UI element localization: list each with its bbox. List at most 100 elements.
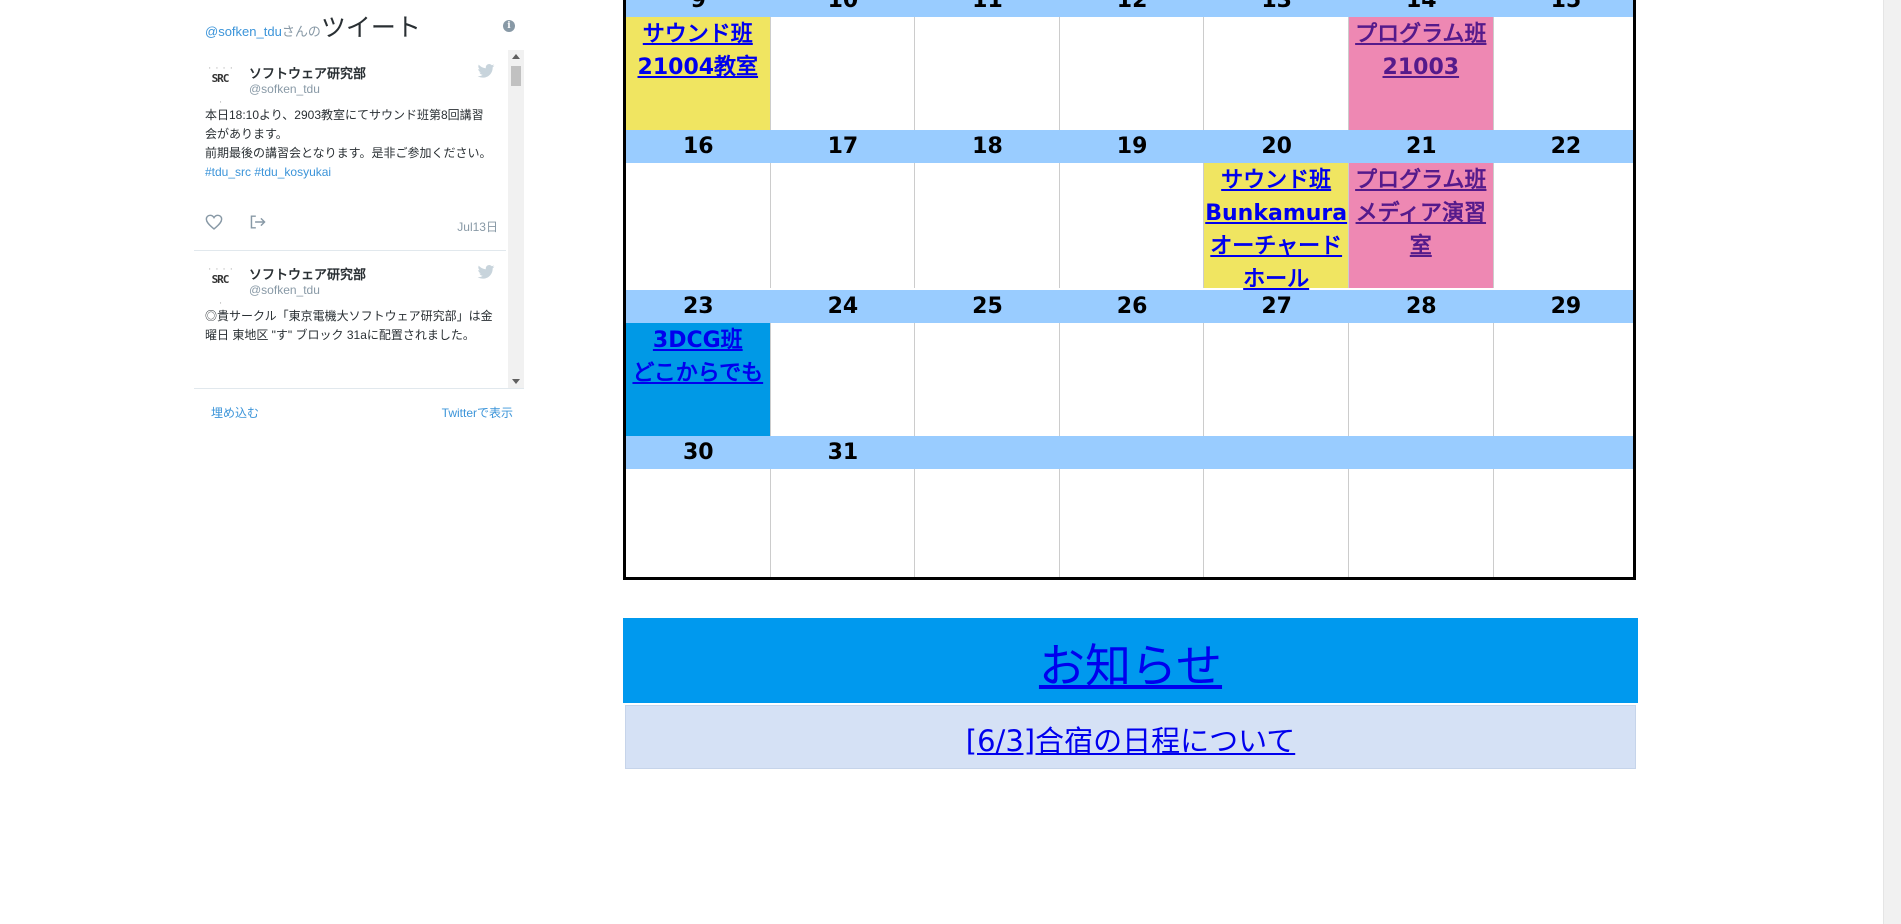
notice-item-link[interactable]: [6/3]合宿の日程について	[966, 718, 1295, 760]
calendar-week-header: 9 10 11 12 13 14 15	[626, 0, 1633, 17]
tweet-author-name[interactable]: ソフトウェア研究部	[249, 264, 366, 283]
calendar-day-number: 12	[1116, 0, 1148, 13]
calendar-day-cell	[770, 163, 916, 288]
scroll-down-arrow-icon[interactable]	[512, 379, 520, 384]
calendar-event-cell: 3DCG班 どこからでも	[626, 323, 771, 436]
calendar-day-number: 15	[1550, 0, 1582, 13]
share-icon[interactable]	[249, 214, 267, 230]
tweet-author-name[interactable]: ソフトウェア研究部	[249, 63, 366, 82]
tweet-date[interactable]: Jul13日	[457, 218, 498, 235]
calendar-day-cell	[1493, 323, 1633, 436]
twitter-header-user[interactable]: @sofken_tdu	[205, 24, 282, 39]
tweet-feed[interactable]: SRC ソフトウェア研究部 @sofken_tdu 本日18:10より、2903…	[194, 50, 524, 389]
calendar-week-header: 16 17 18 19 20 21 22	[626, 130, 1633, 163]
calendar-event-link[interactable]: 室	[1349, 229, 1493, 262]
calendar-day-cell	[1204, 323, 1349, 436]
calendar-day-number: 14	[1405, 0, 1437, 13]
calendar-day-number: 18	[972, 134, 1003, 159]
calendar-day-cell	[1349, 469, 1494, 577]
calendar-event-link[interactable]: Bunkamura	[1204, 196, 1348, 229]
calendar-event-link[interactable]: 21003	[1349, 50, 1493, 83]
avatar[interactable]: SRC	[205, 52, 235, 120]
calendar-day-cell	[1204, 469, 1349, 577]
calendar-day-cell	[1059, 17, 1205, 130]
notice-banner: お知らせ	[623, 618, 1638, 703]
tweet-author-handle[interactable]: @sofken_tdu	[249, 283, 320, 297]
heart-icon[interactable]	[205, 214, 223, 230]
calendar-event-link[interactable]: 3DCG班	[626, 323, 770, 356]
calendar-day-number: 25	[972, 294, 1003, 319]
twitter-bird-icon[interactable]	[477, 265, 495, 279]
scroll-thumb[interactable]	[511, 66, 521, 86]
calendar-day-cell	[1059, 323, 1205, 436]
calendar-day-cell	[915, 323, 1060, 436]
calendar-day-number: 28	[1405, 294, 1437, 319]
view-on-twitter-link[interactable]: Twitterで表示	[442, 404, 513, 421]
embed-link[interactable]: 埋め込む	[211, 404, 259, 421]
avatar[interactable]: SRC	[205, 253, 235, 321]
tweet-text-line: ◎貴サークル「東京電機大ソフトウェア研究部」は金曜日 東地区 "す" ブロック …	[205, 309, 493, 342]
page-scrollbar[interactable]	[1883, 0, 1901, 924]
calendar-event-link[interactable]: メディア演習	[1349, 196, 1493, 229]
calendar-day-number	[1204, 436, 1349, 469]
calendar-day-number: 21	[1405, 134, 1437, 159]
calendar-day-number: 31	[827, 440, 859, 465]
calendar-day-number: 9	[690, 0, 706, 13]
calendar-day-number: 10	[827, 0, 859, 13]
calendar-day-number: 13	[1261, 0, 1292, 13]
calendar-day-cell	[770, 469, 916, 577]
calendar-day-cell	[1349, 323, 1494, 436]
twitter-widget-header: @sofken_tduさんのツイート i	[205, 8, 515, 42]
tweet-text-line: 本日18:10より、2903教室にてサウンド班第8回講習会があります。	[205, 108, 484, 141]
calendar-day-cell	[915, 17, 1060, 130]
calendar-event-cell: サウンド班 Bunkamura オーチャード ホール	[1204, 163, 1349, 292]
tweet-text-line: 前期最後の講習会となります。是非ご参加ください。	[205, 146, 492, 160]
tweet-item[interactable]: SRC ソフトウェア研究部 @sofken_tdu 本日18:10より、2903…	[194, 50, 506, 251]
tweet-hashtags[interactable]: #tdu_src #tdu_kosyukai	[205, 163, 495, 182]
calendar-week-header: 23 24 25 26 27 28 29	[626, 290, 1633, 323]
info-icon[interactable]: i	[503, 20, 515, 32]
tweet-text: 本日18:10より、2903教室にてサウンド班第8回講習会があります。 前期最後…	[205, 106, 495, 182]
tweet-text: ◎貴サークル「東京電機大ソフトウェア研究部」は金曜日 東地区 "す" ブロック …	[205, 307, 495, 345]
twitter-header-title: ツイート	[320, 14, 421, 42]
calendar-day-cell	[1059, 163, 1205, 288]
calendar-day-number: 20	[1261, 134, 1292, 159]
calendar-day-cell	[1493, 17, 1633, 130]
calendar-event-link[interactable]: オーチャード	[1204, 229, 1348, 262]
calendar-day-number: 26	[1116, 294, 1148, 319]
calendar-day-cell	[626, 469, 771, 577]
calendar-day-cell	[770, 17, 916, 130]
notice-item: [6/3]合宿の日程について	[625, 705, 1636, 769]
calendar-day-cell	[626, 163, 771, 288]
calendar-day-number	[1060, 436, 1205, 469]
calendar-day-cell	[1059, 469, 1205, 577]
calendar-day-number: 16	[682, 134, 714, 159]
calendar-day-number: 23	[682, 294, 714, 319]
calendar-event-link[interactable]: サウンド班	[1204, 163, 1348, 196]
calendar-event-link[interactable]: サウンド班	[626, 17, 770, 50]
calendar-event-link[interactable]: プログラム班	[1349, 163, 1493, 196]
tweet-item[interactable]: SRC ソフトウェア研究部 @sofken_tdu ◎貴サークル「東京電機大ソフ…	[194, 251, 506, 388]
calendar-day-number: 11	[972, 0, 1003, 13]
calendar-day-cell	[915, 163, 1060, 288]
twitter-timeline-widget: @sofken_tduさんのツイート i SRC ソフトウェア研究部 @sofk…	[194, 0, 524, 430]
calendar-day-number: 30	[682, 440, 714, 465]
twitter-bird-icon[interactable]	[477, 64, 495, 78]
twitter-widget-footer: 埋め込む Twitterで表示	[194, 404, 524, 424]
tweet-feed-scrollbar[interactable]	[508, 50, 524, 388]
calendar-day-number: 24	[827, 294, 859, 319]
calendar-day-number	[1494, 436, 1633, 469]
calendar-day-number: 19	[1116, 134, 1148, 159]
tweet-author-handle[interactable]: @sofken_tdu	[249, 82, 320, 96]
event-calendar: 9 10 11 12 13 14 15 サウンド班 21004教室 プログラム班 21003 16 17…	[623, 0, 1636, 580]
twitter-header-suffix: さんの	[281, 24, 321, 39]
scroll-up-arrow-icon[interactable]	[512, 54, 520, 59]
calendar-day-number	[1349, 436, 1494, 469]
calendar-event-link[interactable]: プログラム班	[1349, 17, 1493, 50]
calendar-event-cell: サウンド班 21004教室	[626, 17, 771, 130]
calendar-day-cell	[770, 323, 916, 436]
calendar-day-cell	[1204, 17, 1349, 130]
notice-title-link[interactable]: お知らせ	[1039, 630, 1222, 696]
calendar-event-link[interactable]: どこからでも	[626, 356, 770, 389]
calendar-event-link[interactable]: 21004教室	[626, 50, 770, 83]
